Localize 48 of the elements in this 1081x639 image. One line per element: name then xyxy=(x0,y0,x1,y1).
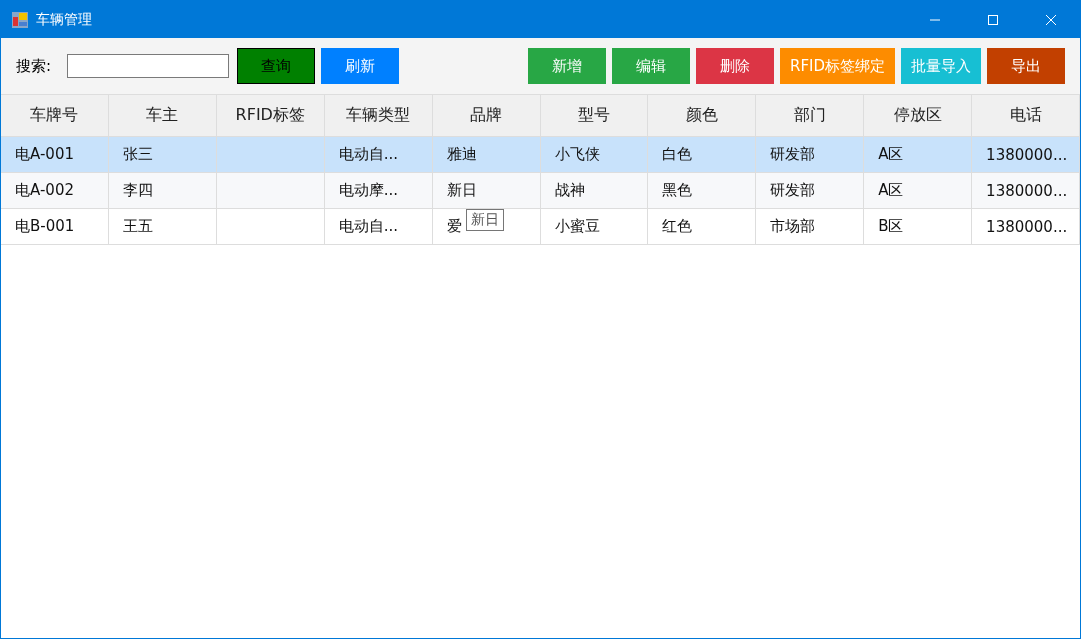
table-cell: 1380000... xyxy=(986,145,1068,164)
table-cell: 小飞侠 xyxy=(554,145,600,164)
toolbar-button[interactable]: 导出 xyxy=(987,48,1065,84)
table-cell: 电动摩... xyxy=(338,181,398,200)
table-cell: 1380000... xyxy=(986,181,1068,200)
column-header[interactable]: RFID标签 xyxy=(216,95,325,136)
table-cell: 爱 xyxy=(446,217,462,236)
column-header[interactable]: 部门 xyxy=(756,95,865,136)
column-header[interactable]: 电话 xyxy=(972,95,1080,136)
table-cell: 红色 xyxy=(662,217,693,236)
tooltip: 新日 xyxy=(465,209,504,231)
table-cell: 雅迪 xyxy=(446,145,477,164)
table-cell: 张三 xyxy=(122,145,153,164)
table-cell: 小蜜豆 xyxy=(554,217,600,236)
table-cell: 市场部 xyxy=(770,217,816,236)
column-header[interactable]: 颜色 xyxy=(648,95,757,136)
table-cell: 电B-001 xyxy=(15,217,75,236)
search-label: 搜索: xyxy=(16,56,52,76)
table-cell: 李四 xyxy=(122,181,153,200)
table-cell: 研发部 xyxy=(770,145,816,164)
close-icon xyxy=(1045,13,1057,26)
table-cell: 黑色 xyxy=(662,181,693,200)
toolbar-button[interactable]: 刷新 xyxy=(321,48,400,84)
column-header[interactable]: 型号 xyxy=(540,95,649,136)
table-cell: A区 xyxy=(878,181,904,200)
column-header[interactable]: 停放区 xyxy=(864,95,973,136)
search-field[interactable] xyxy=(67,54,230,78)
table-cell: A区 xyxy=(878,145,904,164)
table-cell: 电动自... xyxy=(338,217,398,236)
table-cell: 战神 xyxy=(554,181,585,200)
table-cell: 电A-001 xyxy=(15,145,74,164)
column-header[interactable]: 品牌 xyxy=(432,95,541,136)
maximize-icon xyxy=(987,13,999,26)
table-cell: 白色 xyxy=(662,145,693,164)
window-title: 车辆管理 xyxy=(36,10,92,29)
table-cell: 研发部 xyxy=(770,181,816,200)
table-cell: 新日 xyxy=(446,181,477,200)
app-icon xyxy=(11,10,29,29)
column-header[interactable]: 车主 xyxy=(108,95,217,136)
table-cell: 电A-002 xyxy=(15,181,74,200)
toolbar-button[interactable]: 删除 xyxy=(695,48,774,84)
table-cell: 王五 xyxy=(122,217,153,236)
table-cell: 电动自... xyxy=(338,145,398,164)
toolbar-button[interactable]: 查询 xyxy=(237,48,316,84)
table-cell: 1380000... xyxy=(986,217,1068,236)
column-header[interactable]: 车辆类型 xyxy=(324,95,433,136)
column-header[interactable]: 车牌号 xyxy=(1,95,109,136)
table-cell: B区 xyxy=(878,217,904,236)
